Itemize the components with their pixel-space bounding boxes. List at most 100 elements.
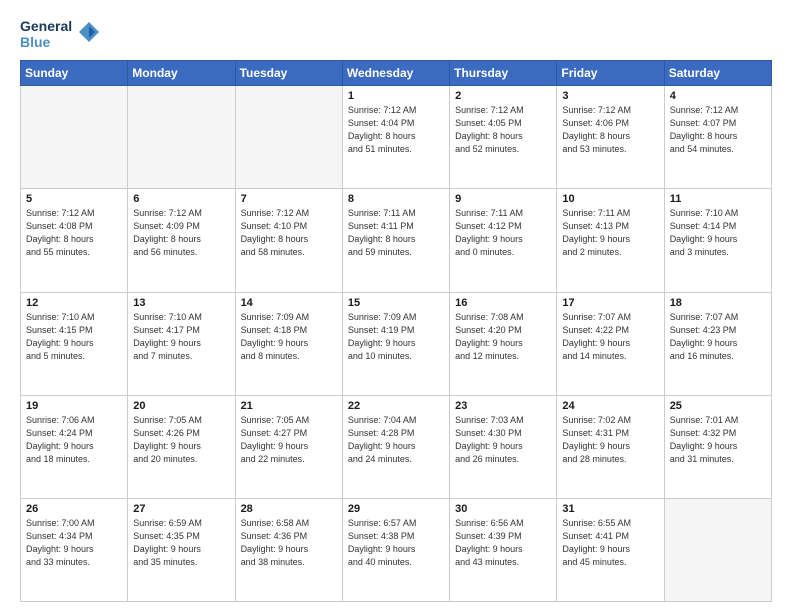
calendar-cell: 12 Sunrise: 7:10 AM Sunset: 4:15 PM Dayli… bbox=[21, 292, 128, 395]
calendar-cell: 23 Sunrise: 7:03 AM Sunset: 4:30 PM Dayli… bbox=[450, 395, 557, 498]
calendar-week-row: 26Sunrise: 7:00 AM Sunset: 4:34 PM Dayli… bbox=[21, 498, 772, 601]
calendar-cell: 8 Sunrise: 7:11 AM Sunset: 4:11 PM Daylig… bbox=[342, 189, 449, 292]
day-info: Sunrise: 7:05 AM Sunset: 4:27 PM Dayligh… bbox=[241, 414, 337, 466]
day-info: Sunrise: 6:58 AM Sunset: 4:36 PM Dayligh… bbox=[241, 517, 337, 569]
day-info: Sunrise: 7:06 AM Sunset: 4:24 PM Dayligh… bbox=[26, 414, 122, 466]
day-number: 16 bbox=[455, 297, 551, 309]
calendar-cell: 22 Sunrise: 7:04 AM Sunset: 4:28 PM Dayli… bbox=[342, 395, 449, 498]
calendar-week-row: 12 Sunrise: 7:10 AM Sunset: 4:15 PM Dayli… bbox=[21, 292, 772, 395]
day-number: 27 bbox=[133, 503, 229, 515]
logo: General Blue bbox=[20, 18, 100, 50]
calendar-cell: 26Sunrise: 7:00 AM Sunset: 4:34 PM Dayli… bbox=[21, 498, 128, 601]
day-number: 3 bbox=[562, 90, 658, 102]
day-info: Sunrise: 7:07 AM Sunset: 4:23 PM Dayligh… bbox=[670, 311, 766, 363]
day-info: Sunrise: 7:00 AM Sunset: 4:34 PM Dayligh… bbox=[26, 517, 122, 569]
calendar-cell: 21 Sunrise: 7:05 AM Sunset: 4:27 PM Dayli… bbox=[235, 395, 342, 498]
header-friday: Friday bbox=[557, 61, 664, 86]
calendar-week-row: 1 Sunrise: 7:12 AM Sunset: 4:04 PM Daylig… bbox=[21, 86, 772, 189]
day-number: 10 bbox=[562, 193, 658, 205]
calendar-cell: 28 Sunrise: 6:58 AM Sunset: 4:36 PM Dayli… bbox=[235, 498, 342, 601]
day-info: Sunrise: 7:11 AM Sunset: 4:11 PM Dayligh… bbox=[348, 207, 444, 259]
calendar-cell: 20 Sunrise: 7:05 AM Sunset: 4:26 PM Dayli… bbox=[128, 395, 235, 498]
header-tuesday: Tuesday bbox=[235, 61, 342, 86]
day-number: 20 bbox=[133, 400, 229, 412]
calendar-cell: 14 Sunrise: 7:09 AM Sunset: 4:18 PM Dayli… bbox=[235, 292, 342, 395]
calendar-cell: 4 Sunrise: 7:12 AM Sunset: 4:07 PM Daylig… bbox=[664, 86, 771, 189]
day-info: Sunrise: 7:09 AM Sunset: 4:19 PM Dayligh… bbox=[348, 311, 444, 363]
day-info: Sunrise: 7:10 AM Sunset: 4:15 PM Dayligh… bbox=[26, 311, 122, 363]
header-monday: Monday bbox=[128, 61, 235, 86]
weekday-header-row: Sunday Monday Tuesday Wednesday Thursday… bbox=[21, 61, 772, 86]
day-number: 8 bbox=[348, 193, 444, 205]
calendar-cell bbox=[128, 86, 235, 189]
day-info: Sunrise: 6:57 AM Sunset: 4:38 PM Dayligh… bbox=[348, 517, 444, 569]
day-number: 24 bbox=[562, 400, 658, 412]
page: General Blue Sunday Monday Tuesday Wedne… bbox=[0, 0, 792, 612]
day-number: 7 bbox=[241, 193, 337, 205]
day-number: 9 bbox=[455, 193, 551, 205]
day-number: 28 bbox=[241, 503, 337, 515]
calendar-cell bbox=[235, 86, 342, 189]
calendar-cell: 27 Sunrise: 6:59 AM Sunset: 4:35 PM Dayli… bbox=[128, 498, 235, 601]
day-number: 29 bbox=[348, 503, 444, 515]
day-number: 1 bbox=[348, 90, 444, 102]
calendar-cell: 2 Sunrise: 7:12 AM Sunset: 4:05 PM Daylig… bbox=[450, 86, 557, 189]
day-info: Sunrise: 7:03 AM Sunset: 4:30 PM Dayligh… bbox=[455, 414, 551, 466]
calendar-cell: 25 Sunrise: 7:01 AM Sunset: 4:32 PM Dayli… bbox=[664, 395, 771, 498]
day-number: 18 bbox=[670, 297, 766, 309]
day-info: Sunrise: 7:12 AM Sunset: 4:10 PM Dayligh… bbox=[241, 207, 337, 259]
day-number: 21 bbox=[241, 400, 337, 412]
day-number: 6 bbox=[133, 193, 229, 205]
day-number: 30 bbox=[455, 503, 551, 515]
day-info: Sunrise: 7:12 AM Sunset: 4:05 PM Dayligh… bbox=[455, 104, 551, 156]
day-number: 25 bbox=[670, 400, 766, 412]
calendar-week-row: 19 Sunrise: 7:06 AM Sunset: 4:24 PM Dayli… bbox=[21, 395, 772, 498]
calendar-cell: 29 Sunrise: 6:57 AM Sunset: 4:38 PM Dayli… bbox=[342, 498, 449, 601]
day-number: 14 bbox=[241, 297, 337, 309]
day-number: 17 bbox=[562, 297, 658, 309]
day-info: Sunrise: 6:59 AM Sunset: 4:35 PM Dayligh… bbox=[133, 517, 229, 569]
calendar-table: Sunday Monday Tuesday Wednesday Thursday… bbox=[20, 60, 772, 602]
day-info: Sunrise: 7:02 AM Sunset: 4:31 PM Dayligh… bbox=[562, 414, 658, 466]
day-info: Sunrise: 7:10 AM Sunset: 4:14 PM Dayligh… bbox=[670, 207, 766, 259]
day-number: 19 bbox=[26, 400, 122, 412]
calendar-cell: 18 Sunrise: 7:07 AM Sunset: 4:23 PM Dayli… bbox=[664, 292, 771, 395]
day-number: 31 bbox=[562, 503, 658, 515]
header-thursday: Thursday bbox=[450, 61, 557, 86]
day-info: Sunrise: 7:05 AM Sunset: 4:26 PM Dayligh… bbox=[133, 414, 229, 466]
calendar-cell: 31 Sunrise: 6:55 AM Sunset: 4:41 PM Dayli… bbox=[557, 498, 664, 601]
day-info: Sunrise: 6:55 AM Sunset: 4:41 PM Dayligh… bbox=[562, 517, 658, 569]
day-number: 15 bbox=[348, 297, 444, 309]
day-info: Sunrise: 7:09 AM Sunset: 4:18 PM Dayligh… bbox=[241, 311, 337, 363]
day-number: 4 bbox=[670, 90, 766, 102]
calendar-cell: 1 Sunrise: 7:12 AM Sunset: 4:04 PM Daylig… bbox=[342, 86, 449, 189]
day-number: 23 bbox=[455, 400, 551, 412]
calendar-week-row: 5Sunrise: 7:12 AM Sunset: 4:08 PM Daylig… bbox=[21, 189, 772, 292]
day-number: 11 bbox=[670, 193, 766, 205]
calendar-cell: 3 Sunrise: 7:12 AM Sunset: 4:06 PM Daylig… bbox=[557, 86, 664, 189]
day-info: Sunrise: 7:08 AM Sunset: 4:20 PM Dayligh… bbox=[455, 311, 551, 363]
calendar-cell: 16 Sunrise: 7:08 AM Sunset: 4:20 PM Dayli… bbox=[450, 292, 557, 395]
calendar-cell: 15 Sunrise: 7:09 AM Sunset: 4:19 PM Dayli… bbox=[342, 292, 449, 395]
day-info: Sunrise: 7:12 AM Sunset: 4:04 PM Dayligh… bbox=[348, 104, 444, 156]
calendar-cell: 24 Sunrise: 7:02 AM Sunset: 4:31 PM Dayli… bbox=[557, 395, 664, 498]
day-info: Sunrise: 7:12 AM Sunset: 4:09 PM Dayligh… bbox=[133, 207, 229, 259]
header-wednesday: Wednesday bbox=[342, 61, 449, 86]
day-info: Sunrise: 7:12 AM Sunset: 4:07 PM Dayligh… bbox=[670, 104, 766, 156]
day-info: Sunrise: 7:07 AM Sunset: 4:22 PM Dayligh… bbox=[562, 311, 658, 363]
header-saturday: Saturday bbox=[664, 61, 771, 86]
day-number: 12 bbox=[26, 297, 122, 309]
calendar-cell: 7 Sunrise: 7:12 AM Sunset: 4:10 PM Daylig… bbox=[235, 189, 342, 292]
day-info: Sunrise: 7:10 AM Sunset: 4:17 PM Dayligh… bbox=[133, 311, 229, 363]
calendar-cell: 11 Sunrise: 7:10 AM Sunset: 4:14 PM Dayli… bbox=[664, 189, 771, 292]
calendar-cell: 17 Sunrise: 7:07 AM Sunset: 4:22 PM Dayli… bbox=[557, 292, 664, 395]
day-info: Sunrise: 7:04 AM Sunset: 4:28 PM Dayligh… bbox=[348, 414, 444, 466]
day-info: Sunrise: 7:01 AM Sunset: 4:32 PM Dayligh… bbox=[670, 414, 766, 466]
header: General Blue bbox=[20, 18, 772, 50]
day-number: 22 bbox=[348, 400, 444, 412]
calendar-cell: 19 Sunrise: 7:06 AM Sunset: 4:24 PM Dayli… bbox=[21, 395, 128, 498]
day-number: 2 bbox=[455, 90, 551, 102]
day-info: Sunrise: 7:11 AM Sunset: 4:12 PM Dayligh… bbox=[455, 207, 551, 259]
day-info: Sunrise: 7:12 AM Sunset: 4:06 PM Dayligh… bbox=[562, 104, 658, 156]
calendar-cell: 9 Sunrise: 7:11 AM Sunset: 4:12 PM Daylig… bbox=[450, 189, 557, 292]
